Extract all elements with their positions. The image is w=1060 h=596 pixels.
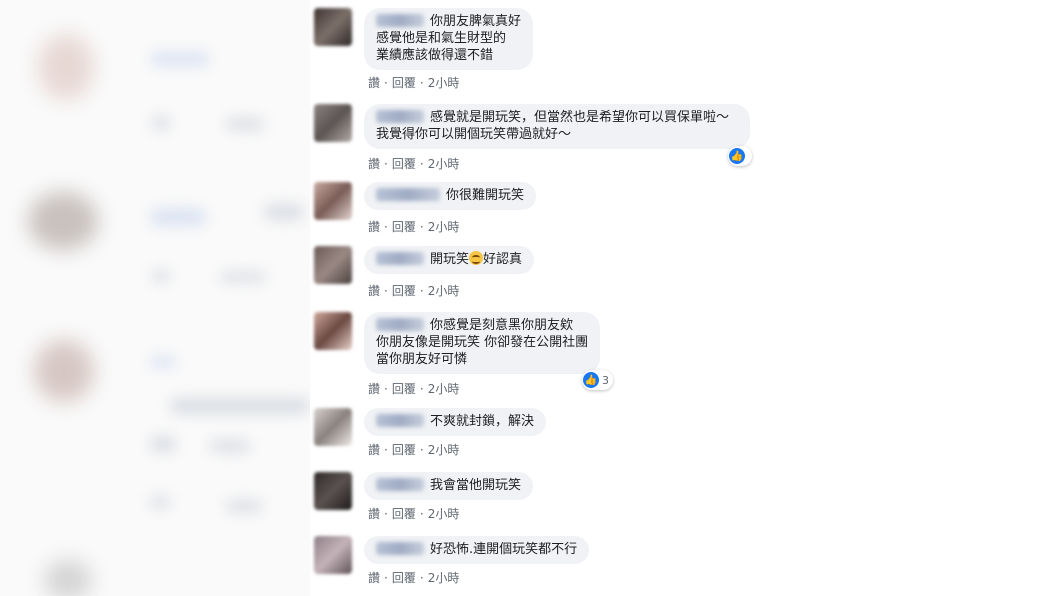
comment-bubble: 你朋友脾氣真好 感覺他是和氣生財型的 業績應該做得還不錯	[364, 8, 534, 70]
like-button[interactable]: 讚	[368, 220, 380, 234]
comment-bubble: 我會當他開玩笑	[364, 472, 534, 500]
blurred-text	[150, 496, 170, 508]
blurred-text	[220, 272, 266, 282]
comment-text: 我會當他開玩笑	[430, 478, 522, 493]
like-button[interactable]: 讚	[368, 284, 380, 298]
comment-actions: 讚 · 回覆 · 2小時	[368, 284, 460, 298]
comment-text: 你朋友脾氣真好	[430, 14, 522, 29]
avatar[interactable]	[314, 472, 352, 510]
blurred-username[interactable]	[376, 478, 424, 491]
thumbs-up-icon: 👍	[729, 148, 745, 164]
blurred-avatar	[44, 560, 92, 596]
blurred-text	[226, 118, 264, 130]
comment-text: 我覺得你可以開個玩笑帶過就好～	[376, 127, 572, 142]
blurred-avatar	[38, 34, 94, 100]
reply-button[interactable]: 回覆	[392, 284, 416, 298]
comment-bubble: 好恐怖.連開個玩笑都不行	[364, 536, 590, 564]
timestamp[interactable]: 2小時	[428, 157, 460, 171]
comment-text: 你朋友像是開玩笑 你卻發在公開社團	[376, 335, 589, 350]
timestamp[interactable]: 2小時	[428, 443, 460, 457]
reply-button[interactable]: 回覆	[392, 507, 416, 521]
thumbs-up-icon: 👍	[583, 372, 599, 388]
avatar[interactable]	[314, 246, 352, 284]
comment-bubble: 你很難開玩笑	[364, 182, 537, 210]
comment-bubble: 感覺就是開玩笑，但當然也是希望你可以買保單啦～ 我覺得你可以開個玩笑帶過就好～	[364, 104, 750, 149]
reply-button[interactable]: 回覆	[392, 157, 416, 171]
timestamp[interactable]: 2小時	[428, 284, 460, 298]
like-button[interactable]: 讚	[368, 157, 380, 171]
blurred-avatar	[28, 192, 98, 250]
comment-text: 當你朋友好可憐	[376, 352, 468, 367]
like-button[interactable]: 讚	[368, 507, 380, 521]
comment-text: 你很難開玩笑	[446, 188, 525, 203]
comment-actions: 讚 · 回覆 · 2小時	[368, 382, 460, 396]
comment-bubble: 開玩笑 好認真	[364, 246, 535, 274]
blurred-background-left	[0, 0, 310, 596]
reply-button[interactable]: 回覆	[392, 571, 416, 585]
comment-bubble: 不爽就封鎖，解決	[364, 408, 547, 436]
comment-actions: 讚 · 回覆 · 2小時	[368, 443, 460, 457]
avatar[interactable]	[314, 536, 352, 574]
blurred-text	[150, 436, 176, 452]
blurred-avatar	[34, 340, 94, 402]
comment-actions: 讚 · 回覆 · 2小時	[368, 76, 460, 90]
blurred-text	[170, 398, 310, 414]
reply-button[interactable]: 回覆	[392, 220, 416, 234]
avatar[interactable]	[314, 104, 352, 142]
reaction-summary[interactable]: 👍 3	[582, 370, 613, 390]
comment-text: 好恐怖.連開個玩笑都不行	[430, 542, 578, 557]
comment-actions: 讚 · 回覆 · 2小時	[368, 571, 460, 585]
comment-actions: 讚 · 回覆 · 2小時	[368, 157, 460, 171]
comment-text: 感覺他是和氣生財型的	[376, 31, 507, 46]
comment-actions: 讚 · 回覆 · 2小時	[368, 220, 460, 234]
blurred-text	[150, 52, 210, 66]
comment-bubble: 你感覺是刻意黑你朋友欸 你朋友像是開玩笑 你卻發在公開社團 當你朋友好可憐	[364, 312, 601, 374]
like-button[interactable]: 讚	[368, 443, 380, 457]
blurred-text	[210, 440, 250, 452]
grinning-squinting-emoji-icon	[469, 251, 484, 265]
reply-button[interactable]: 回覆	[392, 76, 416, 90]
reaction-count: 3	[602, 373, 609, 387]
avatar[interactable]	[314, 408, 352, 446]
blurred-username[interactable]	[376, 414, 424, 427]
blurred-username[interactable]	[376, 542, 424, 555]
timestamp[interactable]: 2小時	[428, 382, 460, 396]
blurred-username[interactable]	[376, 188, 440, 201]
blurred-username[interactable]	[376, 318, 424, 331]
blurred-text	[150, 208, 206, 226]
comment-text: 你感覺是刻意黑你朋友欸	[430, 318, 574, 333]
like-button[interactable]: 讚	[368, 571, 380, 585]
blurred-username[interactable]	[376, 110, 424, 123]
timestamp[interactable]: 2小時	[428, 571, 460, 585]
blurred-background-right	[752, 0, 1060, 596]
avatar[interactable]	[314, 182, 352, 220]
comment-text: 感覺就是開玩笑，但當然也是希望你可以買保單啦～	[430, 110, 730, 125]
avatar[interactable]	[314, 312, 352, 350]
reply-button[interactable]: 回覆	[392, 382, 416, 396]
blurred-text	[226, 500, 262, 512]
comment-text: 業績應該做得還不錯	[376, 48, 494, 63]
timestamp[interactable]: 2小時	[428, 76, 460, 90]
blurred-username[interactable]	[376, 14, 424, 27]
blurred-username[interactable]	[376, 252, 424, 265]
like-button[interactable]: 讚	[368, 382, 380, 396]
reaction-summary[interactable]: 👍	[728, 146, 752, 166]
blurred-text	[152, 270, 170, 282]
comment-text: 好認真	[483, 252, 523, 267]
like-button[interactable]: 讚	[368, 76, 380, 90]
reply-button[interactable]: 回覆	[392, 443, 416, 457]
timestamp[interactable]: 2小時	[428, 220, 460, 234]
timestamp[interactable]: 2小時	[428, 507, 460, 521]
blurred-text	[152, 116, 170, 130]
blurred-text	[150, 356, 176, 368]
comment-actions: 讚 · 回覆 · 2小時	[368, 507, 460, 521]
avatar[interactable]	[314, 8, 352, 46]
blurred-text	[264, 204, 304, 220]
comment-text: 不爽就封鎖，解決	[430, 414, 535, 429]
comment-text: 開玩笑	[430, 252, 470, 267]
